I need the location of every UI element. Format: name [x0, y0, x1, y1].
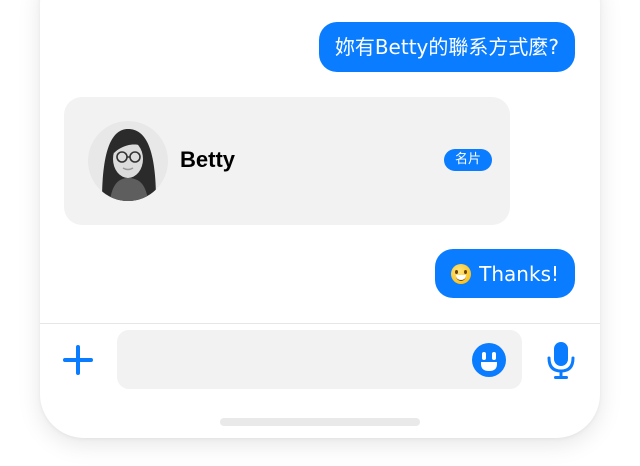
smiling-face-emoji-icon	[451, 263, 472, 284]
input-bar-divider	[40, 323, 600, 324]
message-text: 妳有Betty的聯系方式麼?	[334, 35, 559, 59]
contact-card-badge: 名片	[444, 149, 492, 171]
outgoing-message-bubble: 妳有Betty的聯系方式麼?	[318, 22, 575, 72]
voice-input-button[interactable]	[545, 340, 577, 380]
avatar	[88, 121, 168, 201]
plus-icon	[63, 345, 93, 375]
emoji-icon	[472, 343, 506, 377]
message-text: Thanks!	[479, 261, 559, 286]
outgoing-message-bubble: Thanks!	[435, 249, 575, 298]
microphone-icon	[547, 342, 575, 379]
emoji-button[interactable]	[471, 342, 507, 378]
home-indicator	[220, 418, 420, 426]
add-attachment-button[interactable]	[60, 342, 96, 378]
contact-card[interactable]: Betty 名片	[64, 97, 510, 225]
contact-name: Betty	[180, 147, 236, 172]
message-input[interactable]	[117, 330, 522, 389]
